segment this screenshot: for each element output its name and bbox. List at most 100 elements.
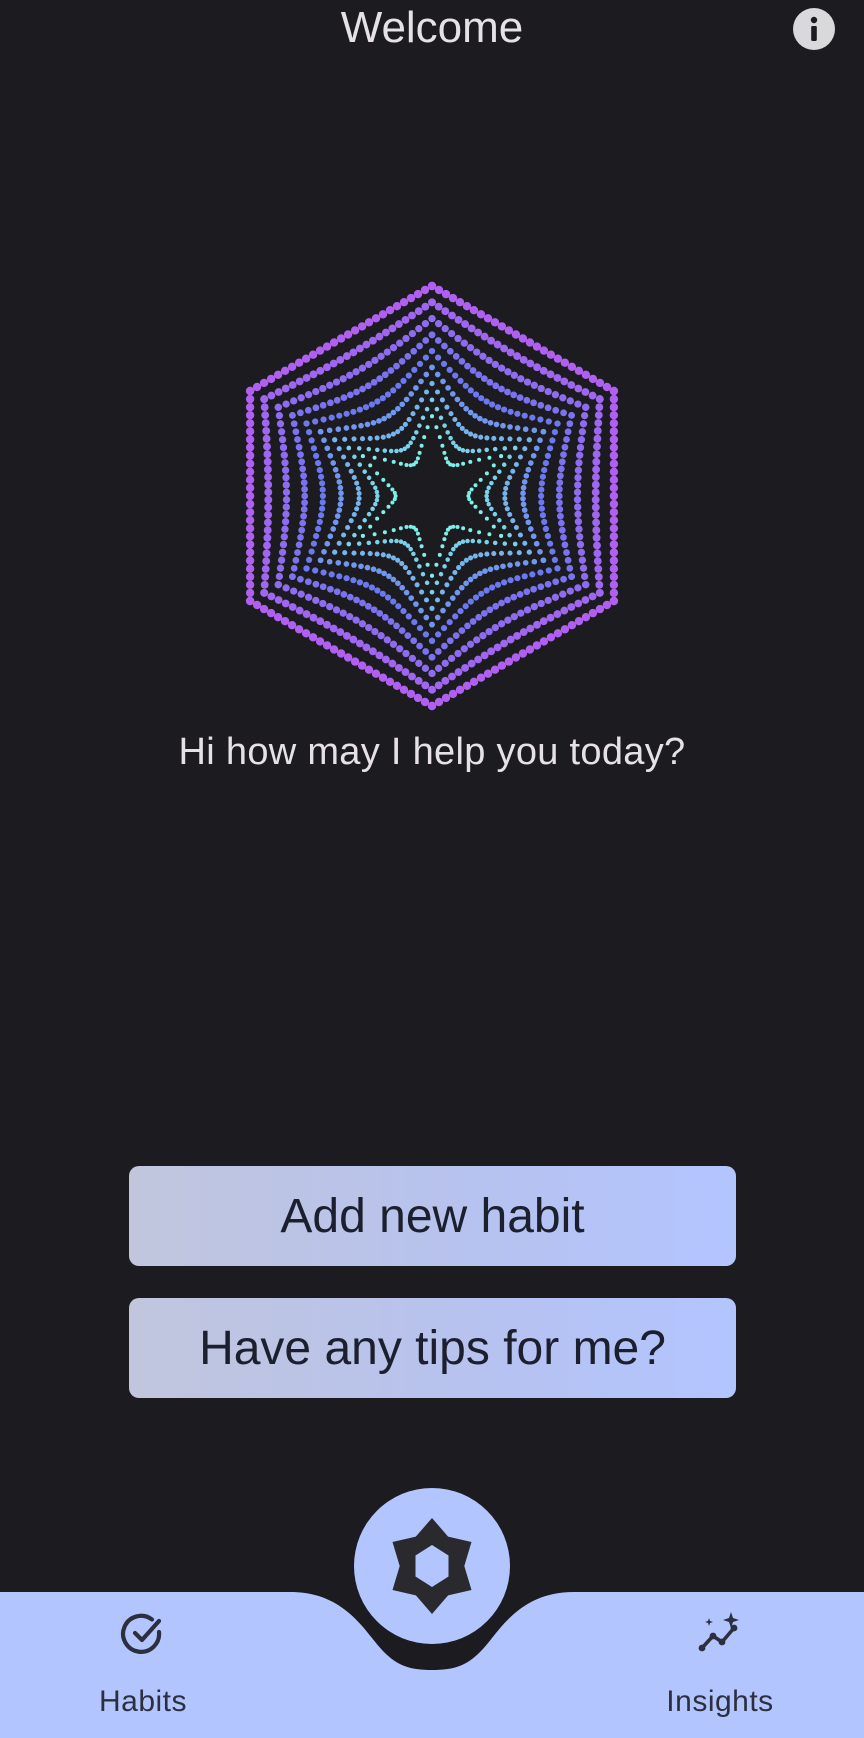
add-new-habit-button[interactable]: Add new habit: [129, 1166, 736, 1266]
orb-dot: [501, 579, 508, 586]
orb-dot: [295, 541, 303, 549]
orb-dot: [574, 384, 583, 393]
orb-dot: [281, 518, 290, 526]
orb-dot: [484, 493, 489, 499]
orb-dot: [472, 391, 480, 398]
orb-dot: [593, 434, 602, 443]
orb-dot: [355, 500, 361, 507]
orb-dot: [358, 364, 367, 372]
orb-dot: [404, 463, 409, 467]
orb-dot: [578, 556, 587, 564]
assistant-button[interactable]: [354, 1488, 510, 1644]
orb-dot: [428, 637, 436, 644]
orb-dot: [458, 627, 466, 634]
orb-dot: [292, 428, 300, 436]
orb-dot: [294, 549, 301, 556]
orb-dot: [544, 452, 551, 459]
orb-dot: [558, 526, 566, 534]
orb-dot: [357, 525, 363, 530]
orb-dot: [502, 446, 508, 451]
orb-dot: [288, 603, 297, 611]
orb-dot: [411, 435, 416, 441]
orb-dot: [317, 557, 324, 564]
orb-dot: [374, 497, 380, 503]
nav-item-insights[interactable]: Insights: [620, 1600, 820, 1720]
orb-dot: [556, 485, 563, 493]
orb-dot: [609, 451, 619, 460]
orb-dot: [275, 572, 284, 581]
orb-dot: [300, 506, 308, 513]
orb-dot: [567, 621, 577, 630]
orb-dot: [591, 473, 600, 482]
orb-dot: [556, 506, 564, 513]
orb-dot: [445, 527, 450, 532]
orb-dot: [395, 429, 401, 435]
orb-dot: [537, 437, 543, 444]
orb-dot: [452, 416, 458, 423]
orb-dot: [414, 307, 423, 316]
orb-dot: [467, 659, 476, 668]
orb-dot: [423, 371, 430, 378]
orb-dot: [539, 617, 548, 626]
orb-dot: [549, 437, 556, 444]
orb-dot: [504, 388, 511, 396]
nav-item-habits[interactable]: Habits: [43, 1600, 243, 1720]
orb-dot: [560, 606, 569, 615]
orb-dot: [580, 572, 589, 581]
orb-dot: [576, 540, 585, 549]
orb-dot: [526, 359, 535, 368]
orb-dot: [480, 651, 489, 660]
orb-dot: [350, 577, 357, 584]
orb-dot: [245, 508, 255, 517]
orb-dot: [557, 472, 564, 480]
orb-dot: [275, 411, 284, 420]
orb-dot: [510, 371, 518, 379]
orb-dot: [374, 551, 380, 557]
orb-dot: [595, 588, 604, 597]
orb-dot: [441, 325, 449, 333]
orb-dot: [356, 490, 362, 497]
orb-dot: [428, 298, 436, 307]
tips-button[interactable]: Have any tips for me?: [129, 1298, 736, 1398]
info-button[interactable]: [793, 8, 835, 50]
orb-dot: [458, 584, 465, 591]
orb-dot: [398, 461, 403, 466]
orb-dot: [245, 524, 255, 533]
orb-dot: [540, 428, 547, 435]
orb-dot: [264, 473, 273, 482]
orb-dot: [384, 594, 392, 601]
orb-dot: [542, 460, 549, 467]
orb-dot: [402, 649, 410, 658]
orb-dot: [429, 621, 435, 628]
orb-dot: [313, 452, 320, 459]
orb-dot: [434, 302, 443, 311]
orb-dot: [298, 458, 306, 466]
orb-dot: [381, 371, 389, 379]
orb-dot: [424, 406, 430, 412]
orb-dot: [386, 433, 392, 439]
orb-dot: [329, 624, 338, 633]
orb-dot: [468, 459, 473, 464]
star-hexagon-shape: [392, 1518, 472, 1614]
orb-dot: [306, 429, 313, 436]
orb-dot: [566, 564, 574, 572]
orb-dot: [554, 420, 561, 427]
orb-dot: [356, 541, 362, 546]
orb-dot: [489, 401, 496, 408]
orb-dot: [413, 289, 423, 299]
orb-dot: [560, 451, 567, 458]
orb-dot: [421, 302, 430, 311]
orb-dot: [414, 676, 423, 685]
orb-dot: [346, 541, 352, 547]
orb-dot: [394, 448, 399, 454]
orb-dot: [478, 510, 483, 515]
orb-dot: [276, 420, 285, 428]
orb-dot: [525, 338, 535, 347]
orb-dot: [429, 381, 435, 387]
orb-dot: [415, 325, 423, 333]
orb-dot: [454, 334, 462, 343]
orb-dot: [592, 533, 601, 542]
orb-dot: [609, 572, 619, 581]
orb-dot: [300, 512, 307, 520]
orb-dot: [594, 565, 603, 573]
